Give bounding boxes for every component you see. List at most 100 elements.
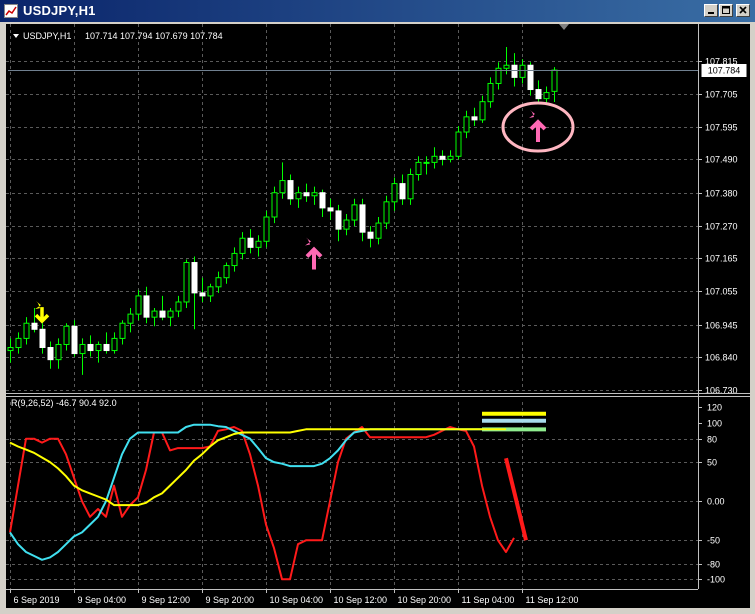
triangle-down-icon: [13, 34, 19, 38]
close-button[interactable]: [736, 4, 750, 17]
time-tick-label: 10 Sep 12:00: [334, 595, 388, 605]
maximize-button[interactable]: [719, 4, 733, 17]
symbol-header: USDJPY,H1: [23, 31, 71, 41]
candle-body: [55, 343, 62, 361]
candle-body: [375, 222, 382, 239]
time-tick-label: 9 Sep 12:00: [142, 595, 191, 605]
candle-body: [303, 192, 310, 197]
candle-body: [199, 292, 206, 297]
candle-body: [399, 183, 406, 200]
up-arrow-icon: [529, 119, 547, 143]
maximize-icon: [722, 6, 730, 14]
candle-body: [359, 204, 366, 233]
candle-body: [287, 180, 294, 200]
price-tick-label: 107.595: [705, 123, 738, 133]
candle-body: [79, 343, 86, 355]
candle-body: [39, 328, 46, 349]
candle-body: [111, 337, 118, 352]
candle-body: [479, 101, 486, 121]
candle-body: [239, 237, 246, 254]
candle-body: [15, 337, 22, 349]
candle-body: [31, 322, 38, 330]
chart-window-icon: [4, 4, 18, 18]
candle-body: [7, 347, 14, 352]
candle-body: [503, 64, 510, 69]
yellow-indicator-line: [9, 428, 506, 507]
indicator-axis: 120 100 80 50 0.00 -50 -80 -100: [698, 403, 725, 585]
candle-body: [263, 216, 270, 242]
time-tick-label: 11 Sep 04:00: [462, 595, 515, 605]
time-axis: 6 Sep 2019 9 Sep 04:00 9 Sep 12:00 9 Sep 20…: [10, 589, 578, 605]
candle-body: [383, 201, 390, 224]
price-header: USDJPY,H1 107.714 107.794 107.679 107.78…: [13, 31, 223, 41]
candle-body: [335, 210, 342, 230]
candle-body: [439, 155, 446, 160]
window-titlebar: USDJPY,H1: [0, 0, 755, 22]
candle-body: [95, 343, 102, 352]
candle-body: [119, 322, 126, 339]
candle-body: [431, 155, 438, 163]
candle-body: [191, 262, 198, 294]
red-indicator-line: [9, 426, 515, 581]
candle-body: [207, 286, 214, 297]
candle-body: [159, 310, 166, 318]
price-tick-label: 107.270: [705, 222, 738, 232]
candle-body: [527, 64, 534, 91]
candle-body: [223, 265, 230, 279]
candle-body: [151, 310, 158, 318]
price-chart[interactable]: 107.815107.705107.595107.490107.380107.2…: [6, 24, 750, 608]
price-tick-label: 106.945: [705, 321, 738, 331]
indicator-tick-label: 100: [707, 419, 722, 429]
price-tick-label: 107.165: [705, 254, 738, 264]
indicator-header: R(9,26,52) -46.7 90.4 92.0: [11, 398, 117, 408]
time-tick-label: 9 Sep 04:00: [78, 595, 127, 605]
candle-body: [519, 64, 526, 78]
candle-body: [551, 69, 558, 92]
down-arrow-icon: [34, 307, 50, 324]
candle-body: [367, 231, 374, 239]
window-title: USDJPY,H1: [23, 3, 96, 18]
chart-area[interactable]: 107.815 107.705 107.595 107.490 107.380 107.2…: [6, 24, 750, 608]
candle-body: [47, 347, 54, 361]
candle-body: [167, 310, 174, 318]
chart-shift-marker[interactable]: [559, 24, 569, 30]
candle-body: [255, 240, 262, 248]
current-price-tag: 107.784: [701, 64, 747, 77]
price-axis: 107.815107.705107.595107.490107.380107.2…: [698, 57, 738, 396]
indicator-tick-label: 80: [707, 435, 717, 445]
candle-body: [415, 161, 422, 176]
minimize-icon: [708, 12, 714, 14]
candle-body: [175, 301, 182, 312]
candle-body: [103, 343, 110, 352]
price-tick-label: 107.055: [705, 287, 738, 297]
candle-body: [447, 155, 454, 160]
candle-body: [279, 180, 286, 194]
indicator-tick-label: 120: [707, 403, 722, 413]
candle-body: [471, 116, 478, 121]
candle-body: [23, 322, 30, 339]
current-price-label: 107.784: [708, 66, 741, 76]
indicator-tick-label: -50: [707, 536, 720, 546]
indicator-tick-label: -100: [707, 575, 725, 585]
candle-body: [247, 237, 254, 248]
time-tick-label: 9 Sep 20:00: [206, 595, 255, 605]
up-arrow-icon: [305, 246, 323, 270]
signal-markers: [34, 101, 575, 324]
indicator-tick-label: 50: [707, 458, 717, 468]
candle-body: [231, 252, 238, 267]
star-icon: [305, 237, 311, 246]
time-tick-label: 6 Sep 2019: [14, 595, 60, 605]
candle-body: [351, 204, 358, 221]
minimize-button[interactable]: [704, 4, 718, 17]
candle-body: [455, 131, 462, 157]
candle-body: [423, 161, 430, 164]
ohlc-header: 107.714 107.794 107.679 107.784: [85, 31, 223, 41]
candle-body: [311, 192, 318, 197]
indicator-tick-label: 0.00: [707, 497, 725, 507]
candle-body: [391, 183, 398, 203]
indicator-tick-label: -80: [707, 560, 720, 570]
price-tick-label: 107.490: [705, 155, 738, 165]
time-tick-label: 10 Sep 04:00: [270, 595, 324, 605]
candle-body: [127, 313, 134, 324]
candle-body: [135, 295, 142, 315]
